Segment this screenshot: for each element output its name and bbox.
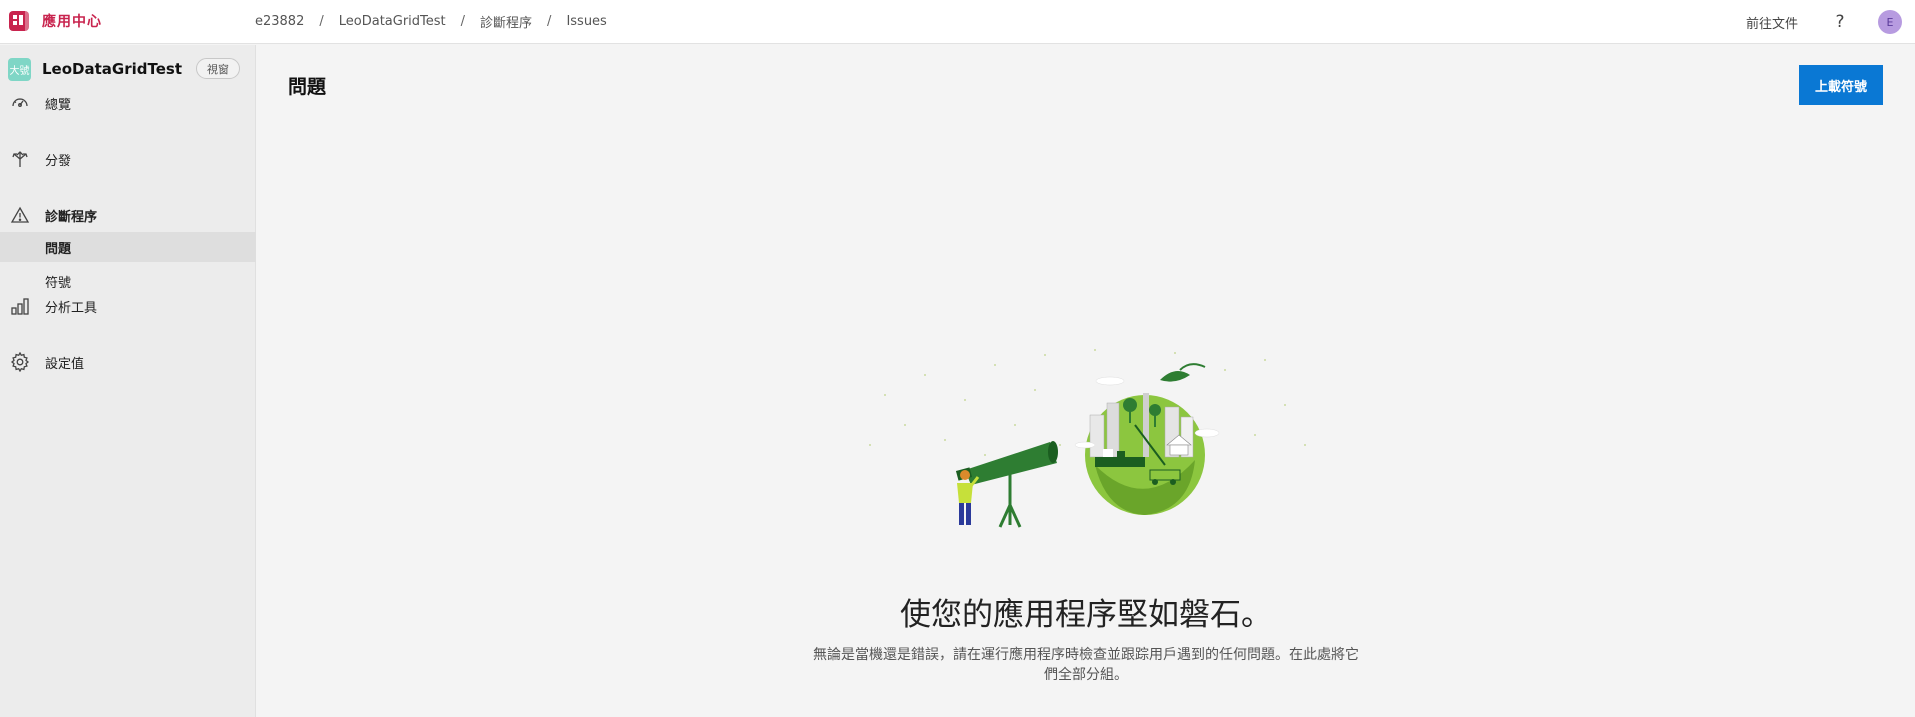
gear-icon [9,351,31,373]
sidebar-item-settings[interactable]: 設定值 [0,347,256,377]
sidebar-item-distribute[interactable]: 分發 [0,144,256,174]
docs-link[interactable]: 前往文件 [1746,13,1798,32]
sidebar-item-analytics[interactable]: 分析工具 [0,291,256,321]
help-icon[interactable]: ? [1832,12,1848,32]
chart-icon [9,295,31,317]
distribute-icon [9,148,31,170]
breadcrumb-org[interactable]: e23882 [255,14,304,29]
breadcrumb-issues: Issues [566,14,607,29]
empty-state-description: 無論是當機還是錯誤，請在運行應用程序時檢查並跟踪用戶遇到的任何問題。在此處將它們… [813,647,1359,683]
sidebar-item-label: 分析工具 [45,300,98,316]
overview-icon [9,92,31,114]
sidebar-item-label: 總覽 [45,97,72,113]
breadcrumb-separator: / [319,14,324,29]
breadcrumb-separator: / [460,14,466,29]
header-actions: 前往文件 ? E [1746,0,1915,44]
main-content: 問題 上載符號 使您的應用程序堅如磐石。 無論是當機還是錯誤，請在運行應用程序時… [257,45,1915,717]
app-center-title: 應用中心 [42,14,102,30]
sidebar-item-diagnostics[interactable]: 診斷程序 [0,200,256,230]
app-center-logo-icon [9,11,30,31]
sidebar-item-overview[interactable]: 總覽 [0,88,256,118]
sidebar-item-label: 診斷程序 [45,209,98,225]
app-icon: 大號 [8,57,31,81]
empty-state-title: 使您的應用程序堅如磐石。 [900,597,1272,633]
app-name: LeoDataGridTest [42,60,183,78]
sidebar-subitem-issues[interactable]: 問題 [0,232,256,262]
warning-icon [9,204,31,226]
breadcrumb: e23882 / LeoDataGridTest / 診斷程序 / Issues [255,12,607,31]
top-bar: 應用中心 e23882 / LeoDataGridTest / 診斷程序 / I… [0,0,1915,44]
app-header[interactable]: 大號 LeoDataGridTest 視窗 [8,56,240,82]
sidebar-item-label: 分發 [45,153,72,169]
upload-symbols-button[interactable]: 上載符號 [1799,65,1883,105]
breadcrumb-separator: / [547,14,552,29]
breadcrumb-app[interactable]: LeoDataGridTest [339,14,446,29]
sidebar-item-label: 設定值 [45,356,85,372]
avatar[interactable]: E [1878,10,1902,34]
sidebar: 大號 LeoDataGridTest 視窗 總覽 分發 診斷程序 問題 符號 分… [0,45,256,717]
breadcrumb-diagnostics[interactable]: 診斷程序 [480,12,532,31]
platform-badge: 視窗 [196,58,240,79]
app-center-logo[interactable]: 應用中心 [8,9,102,33]
page-title: 問題 [288,76,327,98]
